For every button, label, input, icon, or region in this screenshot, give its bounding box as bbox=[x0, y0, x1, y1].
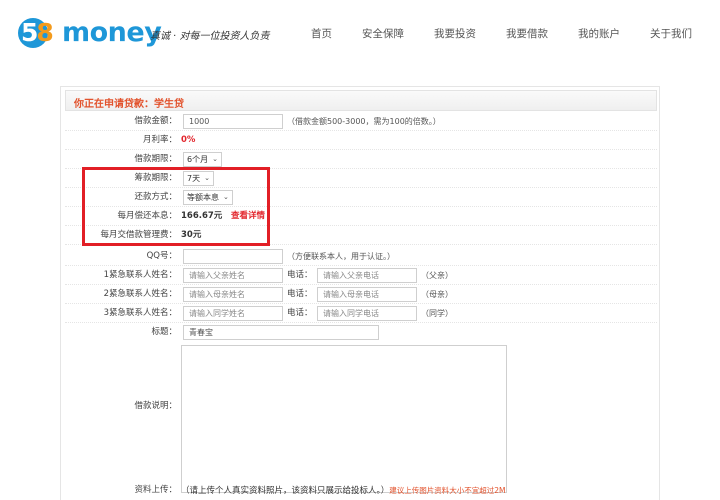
view-details-link[interactable]: 查看详情 bbox=[231, 211, 265, 221]
description-label: 借款说明： bbox=[134, 401, 177, 411]
nav-home[interactable]: 首页 bbox=[311, 26, 332, 41]
qq-hint: （方便联系本人，用于认证。） bbox=[287, 252, 395, 261]
term-select[interactable]: 6个月 ⌄ bbox=[183, 152, 222, 167]
raise-period-select-value: 7天 bbox=[187, 174, 201, 183]
nav-about[interactable]: 关于我们 bbox=[650, 26, 692, 41]
row-monthly-fee: 每月交借款管理费： 30元 bbox=[65, 226, 657, 245]
row-contact-3: 3紧急联系人姓名： 电话： （同学） bbox=[65, 304, 657, 323]
contact-2-label: 2紧急联系人姓名： bbox=[103, 289, 177, 299]
row-qq: QQ号： （方便联系本人，用于认证。） bbox=[65, 247, 657, 266]
row-subject: 标题： bbox=[65, 323, 657, 342]
contact-3-name-input[interactable] bbox=[183, 306, 283, 321]
logo-slogan: 真诚 · 对每一位投资人负责 bbox=[150, 31, 270, 42]
description-textarea[interactable] bbox=[181, 345, 507, 493]
contact-1-relation: （父亲） bbox=[421, 271, 453, 280]
contact-2-phone-input[interactable] bbox=[317, 287, 417, 302]
monthly-payment-value-wrap: 166.67元 查看详情 bbox=[181, 207, 265, 226]
contact-2-name-input[interactable] bbox=[183, 287, 283, 302]
upload-label: 资料上传： bbox=[134, 485, 177, 495]
row-upload: 资料上传： （请上传个人真实资料照片，该资料只展示给投标人。）建议上传图片资料大… bbox=[65, 481, 657, 500]
upload-size-note: 建议上传图片资料大小不宜超过2M bbox=[389, 486, 506, 495]
rate-label: 月利率： bbox=[142, 135, 177, 145]
amount-label: 借款金额： bbox=[134, 116, 177, 126]
site-header: 58 money 真诚 · 对每一位投资人负责 首页 安全保障 我要投资 我要借… bbox=[0, 0, 720, 68]
main-nav: 首页 安全保障 我要投资 我要借款 我的账户 关于我们 bbox=[281, 26, 692, 41]
monthly-payment-value: 166.67元 bbox=[181, 211, 223, 221]
subject-input[interactable] bbox=[183, 325, 379, 340]
qq-label: QQ号： bbox=[146, 251, 177, 261]
nav-borrow[interactable]: 我要借款 bbox=[506, 26, 548, 41]
row-monthly-payment: 每月偿还本息： 166.67元 查看详情 bbox=[65, 207, 657, 226]
contact-1-phone-label: 电话： bbox=[287, 270, 313, 280]
monthly-fee-label: 每月交借款管理费： bbox=[100, 230, 177, 240]
subject-label: 标题： bbox=[151, 327, 177, 337]
contact-3-relation: （同学） bbox=[421, 309, 453, 318]
logo-digit-5: 5 bbox=[21, 18, 38, 47]
amount-hint: （借款金额500-3000，需为100的倍数。） bbox=[287, 117, 441, 126]
row-contact-1: 1紧急联系人姓名： 电话： （父亲） bbox=[65, 266, 657, 285]
amount-input[interactable] bbox=[183, 114, 283, 129]
row-rate: 月利率： 0% bbox=[65, 131, 657, 150]
contact-1-name-input[interactable] bbox=[183, 268, 283, 283]
row-repay-method: 还款方式： 等额本息 ⌄ bbox=[65, 188, 657, 207]
site-logo[interactable]: 58 money bbox=[18, 16, 162, 50]
logo-word: money bbox=[62, 17, 162, 48]
form-title-bar: 你正在申请贷款：学生贷 bbox=[65, 90, 657, 111]
logo-mark: 58 bbox=[18, 17, 60, 49]
chevron-down-icon: ⌄ bbox=[223, 193, 229, 201]
raise-period-label: 筹款期限： bbox=[134, 173, 177, 183]
contact-2-phone-label: 电话： bbox=[287, 289, 313, 299]
contact-1-label: 1紧急联系人姓名： bbox=[103, 270, 177, 280]
monthly-payment-label: 每月偿还本息： bbox=[117, 211, 177, 221]
rate-value: 0% bbox=[181, 135, 196, 145]
upload-hint: （请上传个人真实资料照片，该资料只展示给投标人。） bbox=[181, 486, 390, 496]
repay-method-select[interactable]: 等额本息 ⌄ bbox=[183, 190, 233, 205]
qq-input[interactable] bbox=[183, 249, 283, 264]
contact-3-phone-label: 电话： bbox=[287, 308, 313, 318]
repay-method-label: 还款方式： bbox=[134, 192, 177, 202]
chevron-down-icon: ⌄ bbox=[212, 155, 218, 163]
row-amount: 借款金额： （借款金额500-3000，需为100的倍数。） bbox=[65, 112, 657, 131]
raise-period-select[interactable]: 7天 ⌄ bbox=[183, 171, 214, 186]
term-select-value: 6个月 bbox=[187, 155, 209, 164]
form-title: 你正在申请贷款：学生贷 bbox=[74, 99, 184, 110]
contact-3-phone-input[interactable] bbox=[317, 306, 417, 321]
chevron-down-icon: ⌄ bbox=[204, 174, 210, 182]
contact-3-label: 3紧急联系人姓名： bbox=[103, 308, 177, 318]
contact-1-phone-input[interactable] bbox=[317, 268, 417, 283]
logo-digits: 58 bbox=[21, 17, 54, 49]
row-term: 借款期限： 6个月 ⌄ bbox=[65, 150, 657, 169]
logo-digit-8: 8 bbox=[36, 18, 53, 47]
monthly-fee-value: 30元 bbox=[181, 230, 202, 240]
nav-security[interactable]: 安全保障 bbox=[362, 26, 404, 41]
contact-2-relation: （母亲） bbox=[421, 290, 453, 299]
repay-method-select-value: 等额本息 bbox=[187, 193, 219, 202]
nav-account[interactable]: 我的账户 bbox=[578, 26, 620, 41]
upload-hint-wrap: （请上传个人真实资料照片，该资料只展示给投标人。）建议上传图片资料大小不宜超过2… bbox=[181, 481, 506, 500]
term-label: 借款期限： bbox=[134, 154, 177, 164]
nav-invest[interactable]: 我要投资 bbox=[434, 26, 476, 41]
loan-application-form: 你正在申请贷款：学生贷 借款金额： （借款金额500-3000，需为100的倍数… bbox=[60, 86, 660, 500]
row-raise-period: 筹款期限： 7天 ⌄ bbox=[65, 169, 657, 188]
row-contact-2: 2紧急联系人姓名： 电话： （母亲） bbox=[65, 285, 657, 304]
